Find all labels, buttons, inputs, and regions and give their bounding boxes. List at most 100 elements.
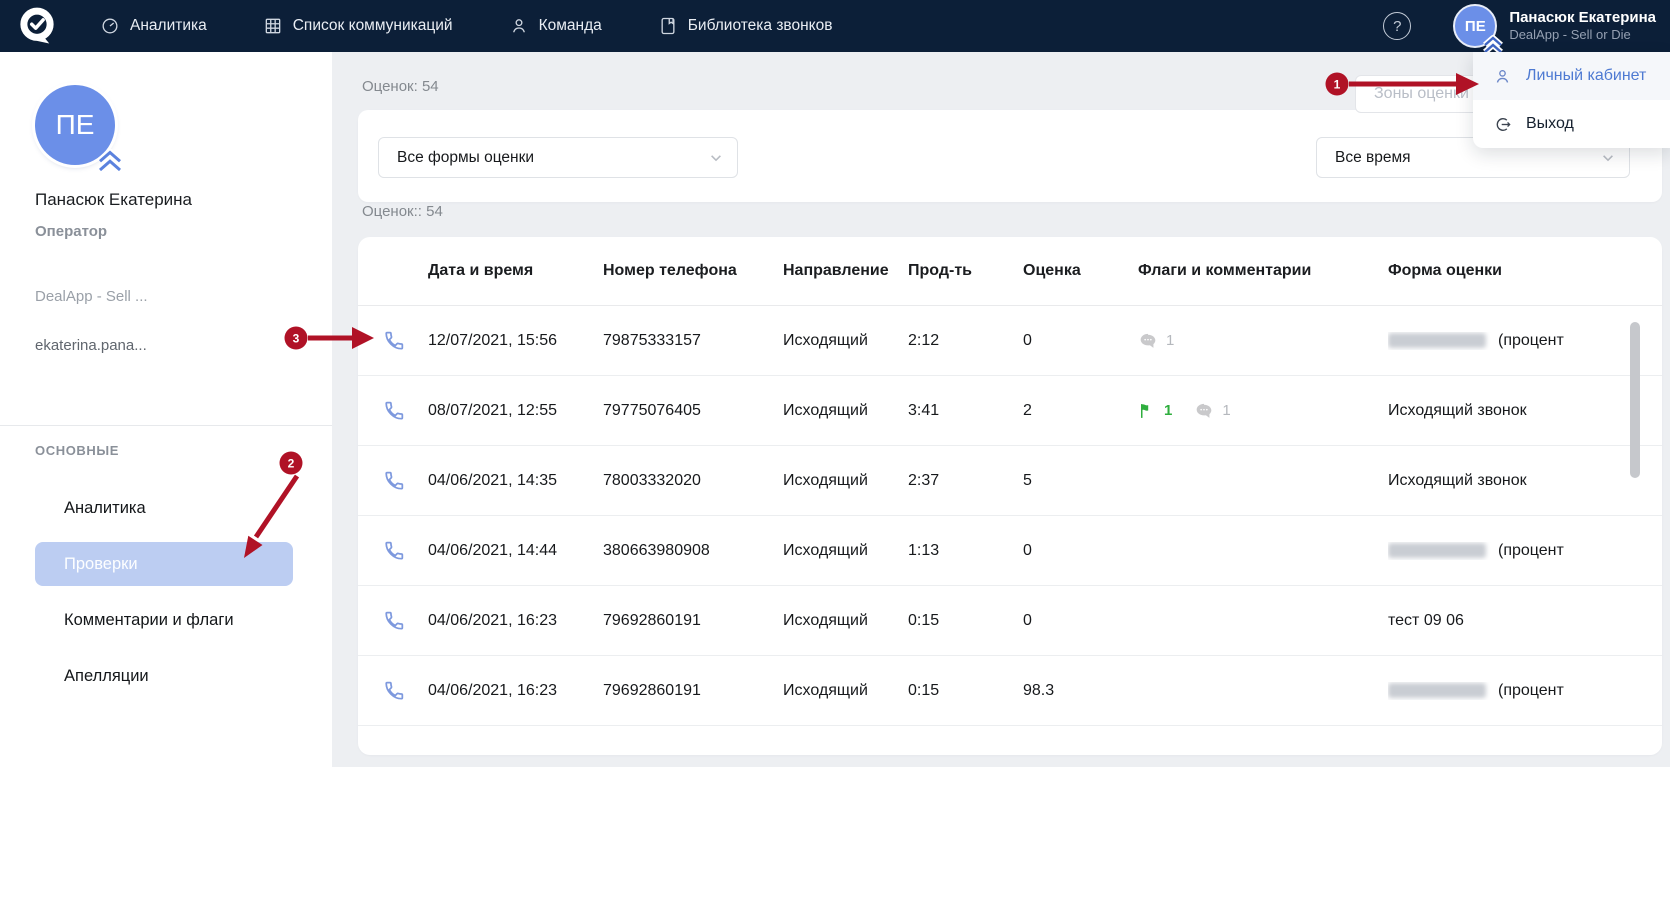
cell-direction: Исходящий xyxy=(783,612,908,630)
menu-item-personal-cabinet[interactable]: Личный кабинет xyxy=(1473,52,1670,100)
cell-form: (процент xyxy=(1388,332,1662,350)
cell-datetime: 04/06/2021, 16:23 xyxy=(428,612,603,630)
nav-item-label: Список коммуникаций xyxy=(293,17,453,35)
cell-duration: 0:15 xyxy=(908,682,1023,700)
sidebar-user-name: Панасюк Екатерина xyxy=(35,190,192,210)
navbar-user-info[interactable]: Панасюк Екатерина DealApp - Sell or Die xyxy=(1509,9,1656,44)
gauge-icon xyxy=(100,16,120,36)
form-name-suffix: (процент xyxy=(1498,682,1564,700)
reviews-count-heading: Оценок: 54 xyxy=(362,78,439,95)
time-range-select-value: Все время xyxy=(1335,149,1411,167)
filters-card: Все формы оценки Все время xyxy=(358,110,1662,202)
redacted-form-name xyxy=(1388,333,1486,348)
menu-item-label: Выход xyxy=(1526,115,1574,133)
menu-item-logout[interactable]: Выход xyxy=(1473,100,1670,148)
sidebar-user-org[interactable]: DealApp - Sell ... xyxy=(35,288,148,305)
rank-chevrons-icon xyxy=(1481,34,1505,54)
table-row[interactable]: 04/06/2021, 16:23 79692860191 Исходящий … xyxy=(358,586,1662,656)
table-row[interactable]: 04/06/2021, 14:35 78003332020 Исходящий … xyxy=(358,446,1662,516)
cell-datetime: 04/06/2021, 14:35 xyxy=(428,472,603,490)
phone-call-icon[interactable] xyxy=(382,679,406,703)
cell-duration: 3:41 xyxy=(908,402,1023,420)
reviews-count-heading-2: Оценок:: 54 xyxy=(362,203,443,220)
user-name: Панасюк Екатерина xyxy=(1509,9,1656,28)
evaluation-form-select[interactable]: Все формы оценки xyxy=(378,137,738,178)
grid-table-icon xyxy=(263,16,283,36)
phone-call-icon[interactable] xyxy=(382,329,406,353)
cell-direction: Исходящий xyxy=(783,542,908,560)
comment-count: 1 xyxy=(1222,402,1230,419)
cell-duration: 0:15 xyxy=(908,612,1023,630)
nav-item-analytics[interactable]: Аналитика xyxy=(100,16,207,36)
chevron-down-icon xyxy=(1601,151,1615,165)
flag-icon xyxy=(1138,402,1156,420)
nav-item-team[interactable]: Команда xyxy=(509,16,602,36)
menu-item-label: Личный кабинет xyxy=(1526,67,1646,85)
cell-datetime: 08/07/2021, 12:55 xyxy=(428,402,603,420)
comment-count: 1 xyxy=(1166,332,1174,349)
form-name: тест 09 06 xyxy=(1388,612,1464,630)
person-icon xyxy=(1493,67,1512,86)
rank-chevrons-icon xyxy=(95,147,125,173)
cell-direction: Исходящий xyxy=(783,402,908,420)
chevron-down-icon xyxy=(709,151,723,165)
cell-direction: Исходящий xyxy=(783,682,908,700)
cell-score: 0 xyxy=(1023,332,1138,350)
phone-call-icon[interactable] xyxy=(382,609,406,633)
phone-call-icon[interactable] xyxy=(382,539,406,563)
phone-call-icon[interactable] xyxy=(382,469,406,493)
cell-score: 0 xyxy=(1023,542,1138,560)
cell-form: Исходящий звонок xyxy=(1388,472,1662,490)
nav-item-label: Аналитика xyxy=(130,17,207,35)
form-name: Исходящий звонок xyxy=(1388,472,1527,490)
sidebar-section-title: ОСНОВНЫЕ xyxy=(35,443,119,458)
nav-item-label: Команда xyxy=(539,17,602,35)
table-row[interactable]: 04/06/2021, 16:23 79692860191 Исходящий … xyxy=(358,656,1662,726)
nav-item-call-library[interactable]: Библиотека звонков xyxy=(658,16,833,36)
cell-form: Исходящий звонок xyxy=(1388,402,1662,420)
redacted-form-name xyxy=(1388,683,1486,698)
cell-direction: Исходящий xyxy=(783,472,908,490)
evaluation-form-select-value: Все формы оценки xyxy=(397,149,534,167)
user-org: DealApp - Sell or Die xyxy=(1509,27,1656,43)
help-icon[interactable]: ? xyxy=(1383,12,1411,40)
sidebar: ПЕ Панасюк Екатерина Оператор DealApp - … xyxy=(0,52,332,812)
sidebar-user-email[interactable]: ekaterina.pana... xyxy=(35,337,147,354)
col-header-score: Оценка xyxy=(1023,262,1138,280)
cell-duration: 2:37 xyxy=(908,472,1023,490)
zones-select-label: Зоны оценки xyxy=(1374,85,1469,103)
cell-duration: 1:13 xyxy=(908,542,1023,560)
table-row[interactable]: 08/07/2021, 12:55 79775076405 Исходящий … xyxy=(358,376,1662,446)
cell-datetime: 04/06/2021, 14:44 xyxy=(428,542,603,560)
cell-phone: 79775076405 xyxy=(603,402,783,420)
table-row[interactable]: 04/06/2021, 14:44 380663980908 Исходящий… xyxy=(358,516,1662,586)
qolio-logo[interactable] xyxy=(16,5,58,47)
sidebar-item-comments-flags[interactable]: Комментарии и флаги xyxy=(0,592,332,648)
phone-call-icon[interactable] xyxy=(382,399,406,423)
table-scrollbar[interactable] xyxy=(1630,322,1640,478)
cell-score: 5 xyxy=(1023,472,1138,490)
cell-flags-comments: 1 1 xyxy=(1138,401,1388,421)
nav-item-label: Библиотека звонков xyxy=(688,17,833,35)
table-row[interactable]: 12/07/2021, 15:56 79875333157 Исходящий … xyxy=(358,306,1662,376)
cell-score: 0 xyxy=(1023,612,1138,630)
cell-form: (процент xyxy=(1388,542,1662,560)
cell-datetime: 04/06/2021, 16:23 xyxy=(428,682,603,700)
form-name-suffix: (процент xyxy=(1498,332,1564,350)
sidebar-item-appeals[interactable]: Апелляции xyxy=(0,648,332,704)
top-navbar: Аналитика Список коммуникаций Команда Би… xyxy=(0,0,1670,52)
col-header-form: Форма оценки xyxy=(1388,262,1662,280)
book-icon xyxy=(658,16,678,36)
cell-direction: Исходящий xyxy=(783,332,908,350)
comment-bubble-icon xyxy=(1138,331,1158,351)
evaluations-table-card: Дата и время Номер телефона Направление … xyxy=(358,237,1662,755)
sidebar-item-analytics[interactable]: Аналитика xyxy=(0,480,332,536)
cell-flags-comments: 1 xyxy=(1138,331,1388,351)
navbar-avatar[interactable]: ПЕ xyxy=(1453,4,1497,48)
cell-score: 2 xyxy=(1023,402,1138,420)
cell-phone: 79875333157 xyxy=(603,332,783,350)
logout-icon xyxy=(1493,115,1512,134)
form-name: Исходящий звонок xyxy=(1388,402,1527,420)
nav-item-communications-list[interactable]: Список коммуникаций xyxy=(263,16,453,36)
sidebar-item-reviews[interactable]: Проверки xyxy=(35,542,293,586)
